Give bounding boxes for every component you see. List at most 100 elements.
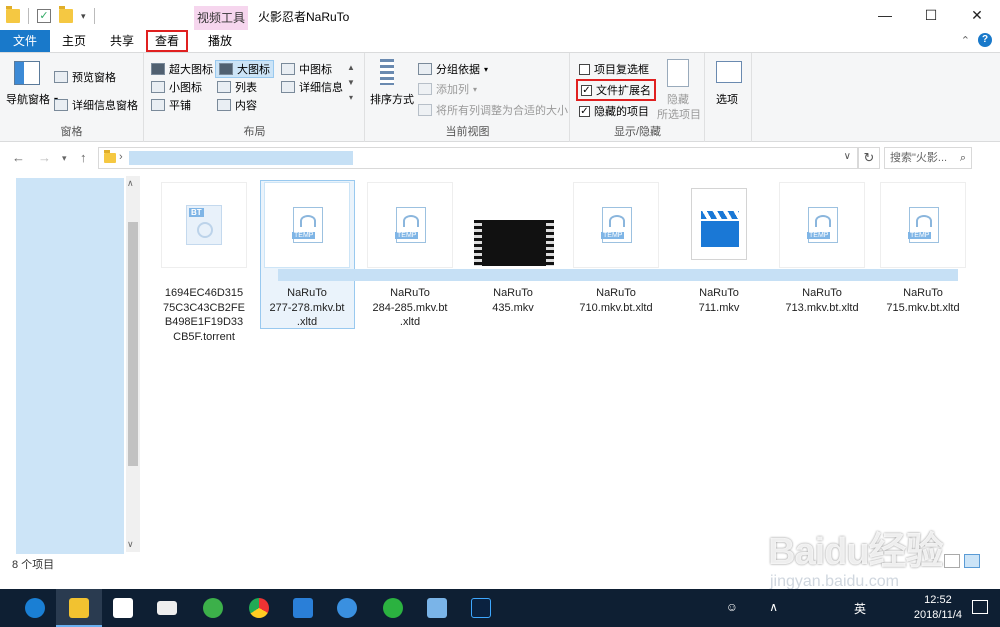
file-item[interactable]: TEMP NaRuTo 713.mkv.bt.xltd xyxy=(778,182,866,315)
people-icon[interactable]: ☺ xyxy=(726,600,738,614)
back-icon[interactable]: ← xyxy=(12,150,25,165)
layout-list[interactable]: 列表 xyxy=(217,79,257,95)
tab-home[interactable]: 主页 xyxy=(56,30,92,52)
temp-file-icon: TEMP xyxy=(807,207,838,243)
file-item[interactable]: BT 1694EC46D315 75C3C43CB2FE B498E1F19D33 C… xyxy=(160,182,248,344)
help-icon[interactable]: ? xyxy=(978,33,992,47)
navigation-scrollbar[interactable]: ∧ ∨ xyxy=(126,176,140,552)
minimize-button[interactable]: — xyxy=(862,0,908,30)
group-by-button[interactable]: 分组依据 ▾ xyxy=(418,61,488,77)
size-columns-icon xyxy=(418,104,432,116)
tab-view[interactable]: 查看 xyxy=(146,30,188,52)
file-item[interactable]: TEMP NaRuTo 710.mkv.bt.xltd xyxy=(572,182,660,315)
medium-icons-icon xyxy=(281,63,295,75)
forward-icon[interactable]: → xyxy=(38,150,51,165)
recent-locations-icon[interactable]: ▾ xyxy=(62,153,67,164)
notes-icon[interactable] xyxy=(414,589,460,627)
preview-pane-button[interactable]: 预览窗格 xyxy=(54,69,116,85)
preview-pane-icon xyxy=(54,71,68,83)
large-icons-view-button[interactable] xyxy=(964,554,980,568)
hidden-items-toggle[interactable]: ✓ 隐藏的项目 xyxy=(579,103,649,119)
address-dropdown-icon[interactable]: ∨ xyxy=(844,151,851,162)
up-icon[interactable]: ↑ xyxy=(80,150,87,165)
sort-by-button[interactable]: 排序方式 xyxy=(370,91,414,107)
ime-indicator[interactable]: 英 xyxy=(854,600,866,617)
tiles-label: 平铺 xyxy=(169,100,191,112)
store-icon[interactable] xyxy=(100,589,146,627)
temp-file-icon: TEMP xyxy=(292,207,323,243)
details-view-button[interactable] xyxy=(944,554,960,568)
properties-icon[interactable]: ✓ xyxy=(37,9,51,23)
clock[interactable]: 12:52 2018/11/4 xyxy=(914,593,962,623)
show-hidden-icons-icon[interactable]: ∧ xyxy=(769,600,778,614)
layout-small-icons[interactable]: 小图标 xyxy=(151,79,202,95)
address-bar[interactable]: › ∨ xyxy=(98,147,858,169)
layout-scroll[interactable]: ▲ ▼ ▾ xyxy=(347,63,355,102)
divider xyxy=(93,8,95,24)
wechat-icon[interactable] xyxy=(370,589,416,627)
add-columns-button[interactable]: 添加列 ▾ xyxy=(418,81,477,97)
options-button[interactable]: 选项 xyxy=(716,91,738,107)
mail-icon[interactable] xyxy=(144,589,190,627)
window-title: 火影忍者NaRuTo xyxy=(258,10,350,24)
temp-file-icon: TEMP xyxy=(908,207,939,243)
file-item[interactable]: NaRuTo 711.mkv xyxy=(675,182,763,315)
refresh-button[interactable]: ↻ xyxy=(858,147,880,169)
quick-access-toolbar: ✓ ▾ xyxy=(6,6,95,24)
file-item[interactable]: TEMP NaRuTo 715.mkv.bt.xltd xyxy=(879,182,967,315)
layout-group: 超大图标 大图标 中图标 小图标 列表 详细信息 平铺 内容 ▲ ▼ ▾ 布局 xyxy=(145,53,365,142)
scroll-up-icon[interactable]: ▲ xyxy=(347,63,355,72)
layout-tiles[interactable]: 平铺 xyxy=(151,97,191,113)
tab-share[interactable]: 共享 xyxy=(104,30,140,52)
file-item[interactable]: NaRuTo 435.mkv xyxy=(469,182,557,315)
tab-play[interactable]: 播放 xyxy=(196,30,244,52)
file-item[interactable]: TEMP NaRuTo 284-285.mkv.bt .xltd xyxy=(366,182,454,330)
title-bar: ✓ ▾ 视频工具 火影忍者NaRuTo — ☐ ✕ xyxy=(0,0,1000,30)
layout-details[interactable]: 详细信息 xyxy=(281,79,343,95)
file-item[interactable]: TEMP NaRuTo 277-278.mkv.bt .xltd xyxy=(263,182,351,330)
close-button[interactable]: ✕ xyxy=(954,0,1000,30)
scroll-down-icon[interactable]: ∨ xyxy=(127,539,134,550)
collapse-ribbon-icon[interactable]: ⌃ xyxy=(961,34,970,47)
scrollbar-thumb[interactable] xyxy=(128,222,138,466)
photoshop-icon[interactable] xyxy=(458,589,504,627)
item-checkboxes-label: 项目复选框 xyxy=(594,64,649,76)
large-icons-label: 大图标 xyxy=(237,64,270,76)
item-checkboxes-checkbox[interactable] xyxy=(579,63,590,75)
layout-content[interactable]: 内容 xyxy=(217,97,257,113)
app-icon[interactable] xyxy=(280,589,326,627)
search-input[interactable]: 搜索"火影... ⌕ xyxy=(884,147,972,169)
folder-icon xyxy=(104,150,116,163)
hidden-items-label: 隐藏的项目 xyxy=(594,106,649,118)
sync-icon[interactable] xyxy=(190,589,236,627)
more-icon[interactable]: ▾ xyxy=(349,93,353,102)
chrome-icon[interactable] xyxy=(236,589,282,627)
scroll-down-icon[interactable]: ▼ xyxy=(347,78,355,87)
customize-qat-icon[interactable]: ▾ xyxy=(81,11,86,22)
layout-extra-large-icons[interactable]: 超大图标 xyxy=(151,61,213,77)
chevron-right-icon[interactable]: › xyxy=(119,151,123,163)
hidden-items-checkbox[interactable]: ✓ xyxy=(579,105,590,117)
path-segment[interactable] xyxy=(129,151,353,165)
layout-medium-icons[interactable]: 中图标 xyxy=(281,61,332,77)
navigation-pane-button[interactable]: 导航窗格▾ xyxy=(6,91,58,107)
file-explorer-icon[interactable] xyxy=(56,589,102,627)
scroll-up-icon[interactable]: ∧ xyxy=(127,178,134,189)
file-extensions-checkbox[interactable]: ✓ xyxy=(581,84,592,96)
divider xyxy=(28,8,29,24)
action-center-icon[interactable] xyxy=(972,600,988,614)
file-extensions-toggle[interactable]: ✓ 文件扩展名 xyxy=(576,79,656,101)
details-pane-button[interactable]: 详细信息窗格 xyxy=(54,97,138,113)
edge-icon[interactable] xyxy=(12,589,58,627)
browser-icon[interactable] xyxy=(324,589,370,627)
navigation-pane[interactable] xyxy=(16,178,124,554)
size-all-columns-label: 将所有列调整为合适的大小 xyxy=(436,105,568,117)
tab-file[interactable]: 文件 xyxy=(0,30,50,52)
new-folder-icon[interactable] xyxy=(59,6,73,23)
item-checkboxes-toggle[interactable]: 项目复选框 xyxy=(579,61,649,77)
layout-large-icons[interactable]: 大图标 xyxy=(215,60,274,78)
medium-icons-label: 中图标 xyxy=(299,64,332,76)
maximize-button[interactable]: ☐ xyxy=(908,0,954,30)
size-all-columns-button[interactable]: 将所有列调整为合适的大小 xyxy=(418,102,568,118)
temp-file-icon: TEMP xyxy=(601,207,632,243)
